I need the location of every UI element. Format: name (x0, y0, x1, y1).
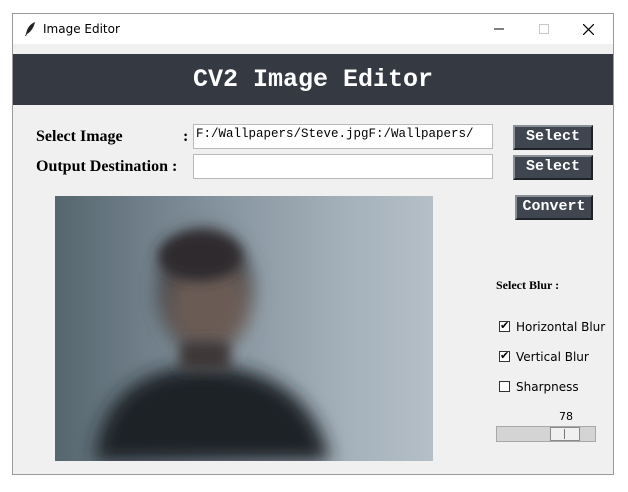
title-bar: Image Editor (13, 14, 613, 44)
grip-icon (564, 429, 567, 439)
blur-slider[interactable] (496, 426, 596, 442)
select-output-button[interactable]: Select (513, 155, 593, 180)
checkmark-icon: ✔ (500, 349, 510, 362)
close-button[interactable] (566, 14, 611, 44)
horizontal-blur-label[interactable]: Horizontal Blur (516, 320, 605, 334)
output-destination-label: Output Destination : (36, 158, 178, 175)
slider-handle[interactable] (550, 427, 580, 441)
select-image-field[interactable]: F:/Wallpapers/Steve.jpgF:/Wallpapers/ (193, 124, 493, 149)
maximize-icon (538, 24, 549, 34)
convert-button[interactable]: Convert (515, 195, 593, 220)
select-image-label: Select Image (36, 128, 123, 145)
horizontal-blur-checkbox[interactable]: ✔ (499, 319, 510, 332)
image-preview (55, 196, 433, 461)
checkmark-icon: ✔ (500, 319, 510, 332)
output-destination-field[interactable] (193, 154, 493, 179)
select-image-button[interactable]: Select (513, 125, 593, 150)
sharpness-label[interactable]: Sharpness (516, 380, 579, 394)
window-title: Image Editor (43, 22, 120, 36)
vertical-blur-label[interactable]: Vertical Blur (516, 350, 589, 364)
vertical-blur-checkbox[interactable]: ✔ (499, 349, 510, 362)
maximize-button[interactable] (521, 14, 566, 44)
feather-icon (25, 22, 35, 36)
close-icon (583, 23, 594, 35)
select-image-colon: : (183, 128, 189, 145)
minimize-icon (493, 28, 504, 30)
blurred-portrait-image (55, 196, 433, 461)
select-blur-label: Select Blur : (496, 278, 560, 292)
sharpness-checkbox[interactable] (499, 381, 510, 392)
blur-slider-value: 78 (559, 410, 573, 423)
minimize-button[interactable] (476, 14, 521, 44)
app-window: Image Editor CV2 Image Editor Select Ima… (12, 13, 614, 475)
page-title: CV2 Image Editor (13, 54, 613, 105)
